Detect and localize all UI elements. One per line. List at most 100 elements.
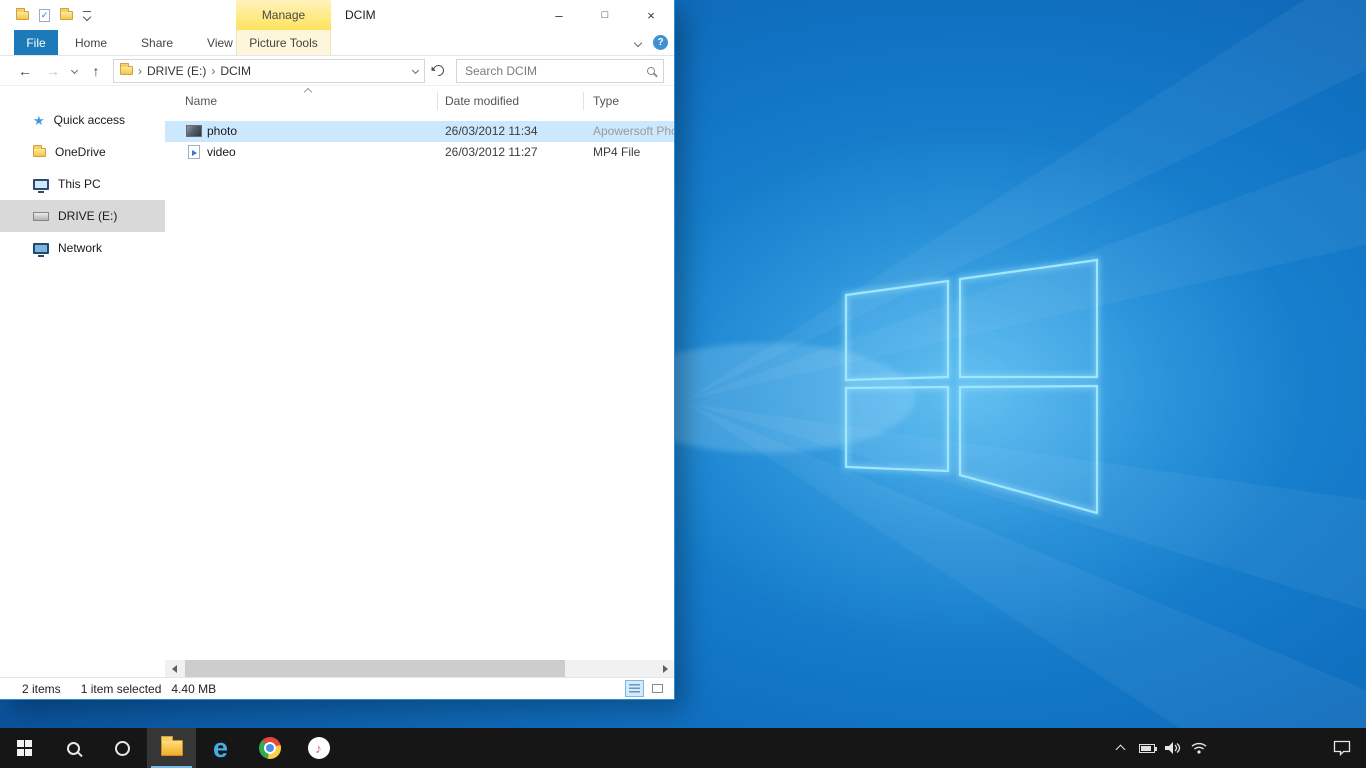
column-header-name[interactable]: Name: [185, 94, 217, 108]
selection-size: 4.40 MB: [171, 682, 216, 696]
star-icon: ★: [33, 114, 45, 127]
qat-new-folder-button[interactable]: [60, 11, 73, 20]
file-name: video: [207, 145, 236, 159]
scrollbar-thumb[interactable]: [185, 660, 565, 677]
breadcrumb-separator: ›: [138, 64, 142, 78]
column-header-type[interactable]: Type: [593, 94, 619, 108]
sidebar-item-label: This PC: [58, 177, 101, 191]
nav-buttons: ← → ↑: [16, 63, 105, 79]
scroll-right-icon: [663, 665, 672, 673]
qat-customize-button[interactable]: [83, 11, 92, 20]
quick-access-toolbar: [16, 0, 92, 30]
up-button[interactable]: ↑: [87, 63, 105, 79]
address-bar[interactable]: › DRIVE (E:) › DCIM: [113, 59, 425, 83]
column-header-date-modified[interactable]: Date modified: [445, 94, 519, 108]
file-row-video[interactable]: video 26/03/2012 11:27 MP4 File: [165, 142, 674, 163]
forward-button[interactable]: →: [44, 63, 62, 79]
sort-ascending-icon: [304, 88, 312, 96]
cortana-button[interactable]: [98, 728, 147, 768]
sidebar-item-quick-access[interactable]: ★ Quick access: [0, 104, 165, 136]
onedrive-icon: [33, 148, 46, 157]
address-dropdown-button[interactable]: [412, 67, 419, 74]
cortana-icon: [115, 741, 130, 756]
column-separator[interactable]: [583, 92, 584, 110]
taskbar-edge-button[interactable]: [196, 728, 245, 768]
chevron-up-icon: [1116, 745, 1126, 755]
properties-icon: [39, 9, 50, 22]
qat-properties-button[interactable]: [39, 9, 50, 22]
itunes-icon: [308, 737, 330, 759]
sidebar-item-label: Network: [58, 241, 102, 255]
chevron-down-icon: [83, 11, 92, 20]
taskbar: [0, 728, 1366, 768]
tab-picture-tools[interactable]: Picture Tools: [236, 30, 331, 55]
close-button[interactable]: ×: [628, 0, 674, 30]
maximize-button[interactable]: □: [582, 0, 628, 30]
file-list: Name Date modified Type photo 26/03/2012…: [165, 86, 674, 660]
sidebar-item-onedrive[interactable]: OneDrive: [0, 136, 165, 168]
minimize-button[interactable]: –: [536, 0, 582, 30]
window-title: DCIM: [345, 0, 376, 30]
scroll-left-button[interactable]: [165, 660, 182, 677]
tab-share[interactable]: Share: [124, 30, 190, 55]
ribbon-right-controls: ?: [635, 30, 668, 55]
file-tab[interactable]: File: [14, 30, 58, 55]
start-button[interactable]: [0, 728, 49, 768]
view-toggle-buttons: [625, 680, 667, 697]
taskbar-search-button[interactable]: [49, 728, 98, 768]
volume-indicator[interactable]: [1164, 728, 1181, 768]
horizontal-scrollbar[interactable]: [165, 660, 674, 677]
windows-logo-icon: [17, 740, 33, 756]
scroll-right-button[interactable]: [657, 660, 674, 677]
show-hidden-icons-button[interactable]: [1112, 728, 1129, 768]
action-center-button[interactable]: [1318, 728, 1366, 768]
details-view-button[interactable]: [625, 680, 644, 697]
tab-home[interactable]: Home: [58, 30, 124, 55]
recent-locations-button[interactable]: [71, 67, 78, 74]
window-controls: – □ ×: [536, 0, 674, 30]
navigation-pane: ★ Quick access OneDrive This PC DRIVE (E…: [0, 86, 165, 660]
new-folder-icon: [60, 11, 73, 20]
computer-icon: [33, 179, 49, 190]
ribbon-tab-bar: File Home Share View Picture Tools ?: [0, 30, 674, 56]
photo-thumbnail-icon: [186, 125, 202, 137]
refresh-button[interactable]: [431, 63, 446, 78]
help-button[interactable]: ?: [653, 35, 668, 50]
wifi-icon: [1191, 742, 1207, 754]
titlebar: Manage DCIM – □ ×: [0, 0, 674, 30]
file-name: photo: [207, 124, 237, 138]
taskbar-itunes-button[interactable]: [294, 728, 343, 768]
sidebar-item-drive-e[interactable]: DRIVE (E:): [0, 200, 165, 232]
details-view-icon: [629, 684, 640, 693]
taskbar-buttons: [0, 728, 343, 768]
back-button[interactable]: ←: [16, 63, 34, 79]
video-file-icon: [188, 145, 200, 159]
sidebar-item-label: OneDrive: [55, 145, 106, 159]
breadcrumb-item-drive[interactable]: DRIVE (E:): [147, 64, 206, 78]
file-row-photo[interactable]: photo 26/03/2012 11:34 Apowersoft Pho: [165, 121, 674, 142]
breadcrumb-item-dcim[interactable]: DCIM: [220, 64, 251, 78]
large-icons-view-button[interactable]: [648, 680, 667, 697]
expand-ribbon-button[interactable]: [634, 38, 642, 46]
speaker-icon: [1165, 741, 1181, 755]
large-icons-view-icon: [652, 684, 663, 693]
edge-icon: [213, 735, 228, 762]
network-indicator[interactable]: [1190, 728, 1207, 768]
sidebar-item-network[interactable]: Network: [0, 232, 165, 264]
search-input[interactable]: [465, 64, 647, 78]
manage-contextual-group[interactable]: Manage: [236, 0, 331, 30]
file-explorer-icon: [161, 740, 183, 756]
breadcrumb-folder-icon: [120, 66, 133, 75]
status-bar: 2 items 1 item selected 4.40 MB: [0, 677, 674, 699]
search-box: [456, 59, 664, 83]
taskbar-chrome-button[interactable]: [245, 728, 294, 768]
item-count: 2 items: [22, 682, 61, 696]
network-icon: [33, 243, 49, 254]
system-tray: [1112, 728, 1207, 768]
battery-indicator[interactable]: [1138, 728, 1155, 768]
search-icon: [647, 67, 655, 75]
breadcrumb-separator: ›: [211, 64, 215, 78]
sidebar-item-this-pc[interactable]: This PC: [0, 168, 165, 200]
taskbar-file-explorer-button[interactable]: [147, 728, 196, 768]
column-separator[interactable]: [437, 92, 438, 110]
